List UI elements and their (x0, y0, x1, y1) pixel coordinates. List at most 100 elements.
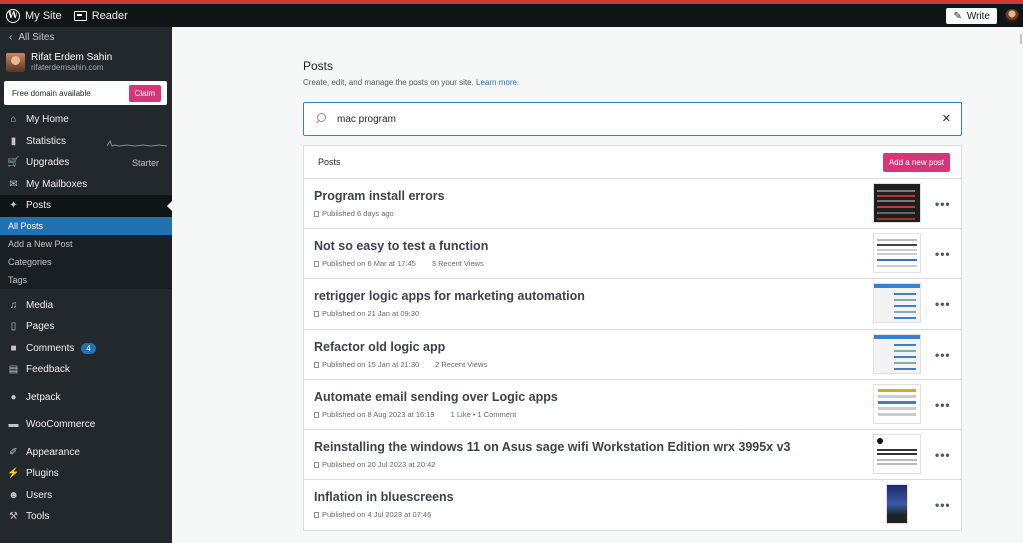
sidebar-item-upgrades[interactable]: 🛒 Upgrades Starter (0, 152, 172, 174)
sidebar-item-tools[interactable]: ⚒ Tools (0, 506, 172, 528)
list-item[interactable]: Refactor old logic app Published on 15 J… (304, 330, 961, 380)
page-subtitle: Create, edit, and manage the posts on yo… (303, 78, 519, 87)
more-options-icon[interactable]: ••• (935, 498, 951, 512)
plan-label: Starter (131, 157, 159, 168)
search-icon (315, 113, 327, 125)
sidebar-item-label: WooCommerce (26, 419, 96, 431)
brush-icon: ✐ (9, 446, 18, 458)
sidebar-item-my-home[interactable]: ⌂ My Home (0, 109, 172, 131)
learn-more-link[interactable]: Learn more. (476, 78, 519, 87)
write-button[interactable]: ✎ Write (946, 8, 997, 24)
post-meta: Published on 15 Jan at 21:30 2 Recent Vie… (314, 360, 487, 369)
submenu-categories[interactable]: Categories (0, 253, 172, 271)
sidebar-item-label: My Mailboxes (26, 178, 88, 190)
sidebar-item-comments[interactable]: ■ Comments 4 (0, 338, 172, 360)
comments-count-badge: 4 (81, 342, 96, 354)
post-date: Published 6 days ago (322, 209, 394, 218)
sidebar-item-media[interactable]: ♫ Media (0, 295, 172, 317)
admin-bar: W My Site Reader ✎ Write (0, 4, 1023, 27)
post-thumbnail[interactable] (873, 183, 921, 223)
list-item[interactable]: Inflation in bluescreens Published on 4 … (304, 480, 961, 530)
all-sites-label: All Sites (18, 31, 55, 43)
sidebar-item-label: Media (26, 299, 54, 311)
add-new-post-button[interactable]: Add a new post (882, 152, 950, 172)
post-title[interactable]: Not so easy to test a function (314, 239, 488, 253)
feedback-icon: ▤ (8, 364, 19, 376)
cart-icon: 🛒 (7, 157, 20, 169)
submenu-tags[interactable]: Tags (0, 271, 172, 289)
posts-submenu: All Posts Add a New Post Categories Tags (0, 216, 172, 289)
post-title[interactable]: Program install errors (314, 189, 445, 203)
mail-icon: ✉ (9, 178, 18, 190)
post-thumbnail[interactable] (873, 283, 921, 324)
claim-button[interactable]: Claim (128, 84, 161, 102)
list-item[interactable]: Reinstalling the windows 11 on Asus sage… (304, 430, 961, 481)
post-meta: Published on 20 Jul 2023 at 20:42 (314, 460, 435, 469)
document-icon (314, 361, 319, 368)
list-item[interactable]: Automate email sending over Logic apps P… (304, 380, 961, 430)
submenu-all-posts[interactable]: All Posts (0, 216, 172, 235)
sidebar-item-woocommerce[interactable]: ▬ WooCommerce (0, 414, 172, 436)
sidebar-item-statistics[interactable]: ▮ Statistics (0, 131, 172, 153)
more-options-icon[interactable]: ••• (935, 398, 951, 412)
tools-icon: ⚒ (9, 511, 18, 523)
site-name: Rifat Erdem Sahin (31, 52, 113, 63)
comment-icon: ■ (10, 342, 17, 354)
post-title[interactable]: retrigger logic apps for marketing autom… (314, 289, 585, 303)
post-thumbnail[interactable] (873, 433, 921, 474)
close-icon[interactable]: ✕ (942, 112, 951, 125)
more-options-icon[interactable]: ••• (935, 348, 951, 362)
post-title[interactable]: Refactor old logic app (314, 340, 445, 354)
free-domain-text: Free domain available (12, 88, 91, 98)
post-thumbnail[interactable] (873, 333, 921, 374)
post-thumbnail[interactable] (873, 233, 921, 274)
post-date: Published on 6 Mar at 17:45 (322, 259, 416, 269)
post-thumbnail[interactable] (873, 383, 921, 424)
list-item[interactable]: retrigger logic apps for marketing autom… (304, 279, 961, 330)
all-sites-link[interactable]: ‹ All Sites (0, 27, 172, 47)
my-site-label: My Site (25, 9, 62, 22)
sidebar-item-users[interactable]: ☻ Users (0, 485, 172, 507)
list-item[interactable]: Program install errors Published 6 days … (304, 179, 961, 230)
sidebar-item-my-mailboxes[interactable]: ✉ My Mailboxes (0, 174, 172, 196)
search-value[interactable]: mac program (337, 114, 396, 125)
more-options-icon[interactable]: ••• (935, 297, 951, 311)
page-subtitle-text: Create, edit, and manage the posts on yo… (303, 78, 474, 87)
search-input[interactable]: mac program ✕ (303, 102, 962, 136)
post-title[interactable]: Automate email sending over Logic apps (314, 390, 558, 404)
sidebar-item-plugins[interactable]: ⚡ Plugins (0, 463, 172, 485)
sidebar-item-label: Plugins (26, 468, 59, 480)
user-avatar[interactable] (1005, 9, 1019, 23)
sidebar-item-label: Posts (26, 200, 52, 212)
pencil-icon: ✎ (953, 10, 962, 22)
pin-icon: ✦ (9, 200, 18, 212)
sidebar-item-pages[interactable]: ▯ Pages (0, 316, 172, 338)
scrollbar[interactable] (1020, 34, 1022, 44)
site-card[interactable]: Rifat Erdem Sahin rifaterdemsahin.com (0, 47, 172, 78)
more-options-icon[interactable]: ••• (935, 247, 951, 261)
post-stats: 2 Recent Views (435, 359, 488, 369)
page-title: Posts (303, 59, 334, 73)
jetpack-icon: ● (10, 391, 17, 403)
reader-label: Reader (91, 9, 128, 22)
home-icon: ⌂ (10, 114, 17, 126)
chevron-left-icon: ‹ (9, 31, 13, 43)
post-thumbnail[interactable] (886, 484, 908, 525)
sidebar-item-jetpack[interactable]: ● Jetpack (0, 387, 172, 409)
submenu-add-new-post[interactable]: Add a New Post (0, 235, 172, 253)
document-icon (314, 261, 319, 268)
sidebar-item-feedback[interactable]: ▤ Feedback (0, 359, 172, 381)
post-title[interactable]: Reinstalling the windows 11 on Asus sage… (314, 440, 791, 454)
post-title[interactable]: Inflation in bluescreens (314, 490, 454, 504)
sidebar-item-appearance[interactable]: ✐ Appearance (0, 442, 172, 464)
more-options-icon[interactable]: ••• (935, 448, 951, 462)
list-item[interactable]: Not so easy to test a function Published… (304, 229, 961, 280)
reader-link[interactable]: Reader (68, 4, 134, 27)
pages-icon: ▯ (10, 321, 17, 333)
more-options-icon[interactable]: ••• (935, 197, 951, 211)
my-site-link[interactable]: W My Site (0, 4, 68, 27)
sidebar-item-label: Statistics (26, 135, 67, 147)
sidebar-item-label: Upgrades (26, 157, 70, 169)
post-date: Published on 4 Jul 2023 at 07:46 (322, 510, 432, 520)
sidebar-item-posts[interactable]: ✦ Posts (0, 195, 172, 217)
